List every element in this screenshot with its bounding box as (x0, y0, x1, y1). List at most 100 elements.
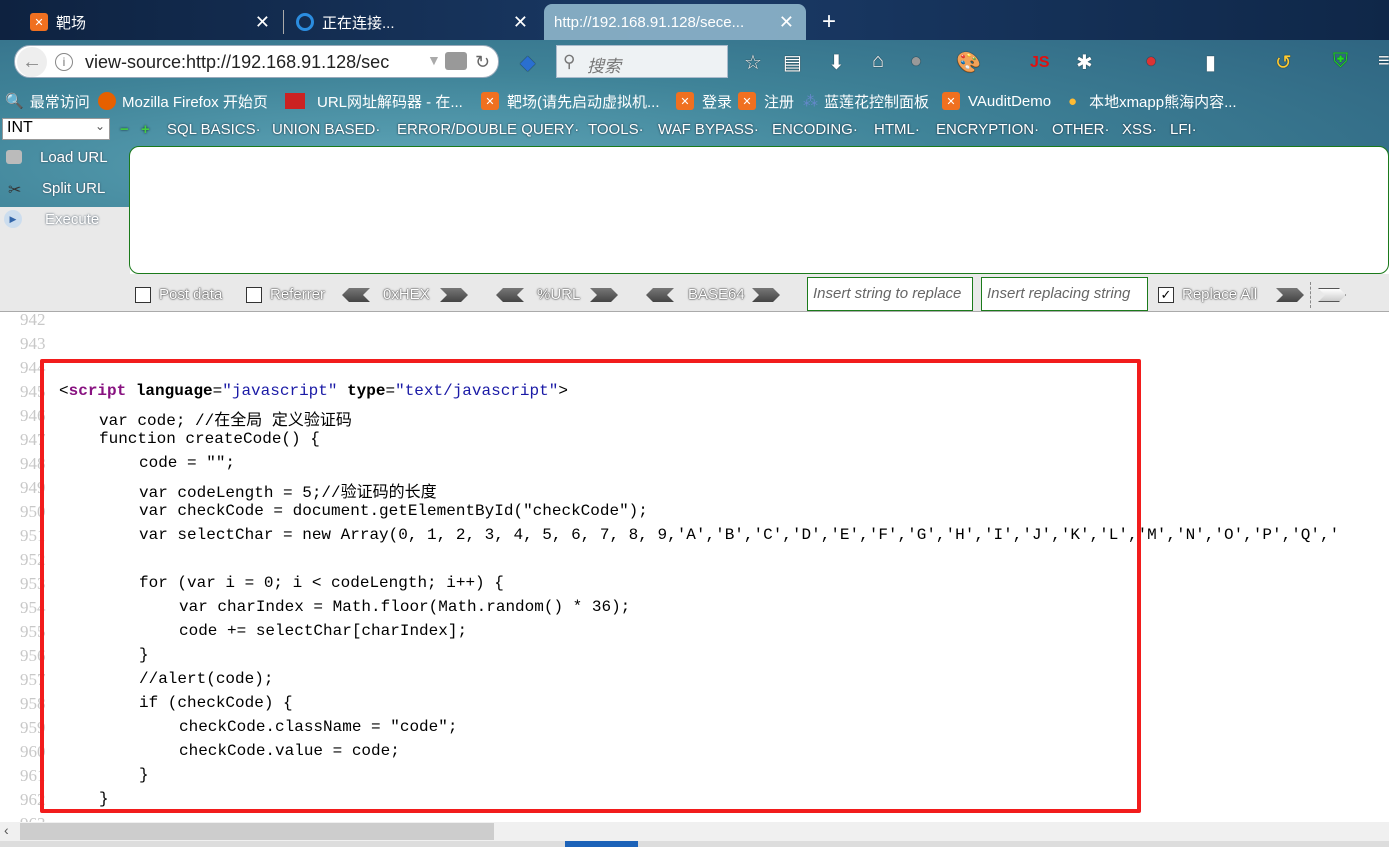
bookmark-register[interactable]: ✕ 注册 (738, 90, 794, 112)
post-data-checkbox[interactable] (135, 287, 151, 303)
tab-view-source[interactable]: http://192.168.91.128/sece... ✕ (544, 4, 806, 40)
reading-list-icon[interactable]: ▤ (783, 50, 802, 75)
chart-icon[interactable]: ▮ (1205, 50, 1216, 75)
hackbar-menu-encoding[interactable]: ENCODING· (772, 121, 858, 138)
url-textarea[interactable] (129, 146, 1389, 274)
hackbar-menu-sql-basics[interactable]: SQL BASICS· (167, 121, 261, 138)
hackbar-menu-xss[interactable]: XSS· (1122, 121, 1157, 138)
replacing-input[interactable]: Insert replacing string (981, 277, 1148, 311)
scissors-icon: ✂ (8, 182, 22, 199)
hackbar-menu-lfi[interactable]: LFI· (1170, 121, 1197, 138)
replace-arrow-icon[interactable] (1276, 288, 1304, 302)
bookmark-xmapp[interactable]: ● 本地xmapp熊海内容... (1068, 90, 1237, 112)
reload-icon[interactable]: ↻ (475, 52, 490, 73)
bookmark-url-decoder[interactable]: URL网址解码器 - 在... (285, 90, 463, 112)
hex-label: 0xHEX (383, 286, 430, 303)
scrollbar-thumb[interactable] (20, 823, 494, 840)
hackbar-menu-encryption[interactable]: ENCRYPTION· (936, 121, 1039, 138)
horizontal-scrollbar[interactable]: ‹ (0, 822, 1389, 841)
back-arrow-icon[interactable]: ← (17, 47, 47, 77)
load-url-icon (6, 150, 22, 164)
base64-decode-arrow-icon[interactable] (646, 288, 674, 302)
post-data-label: Post data (159, 286, 223, 303)
hackbar-menu-waf-bypass[interactable]: WAF BYPASS· (658, 121, 759, 138)
replace-input[interactable]: Insert string to replace (807, 277, 973, 311)
execute-button[interactable]: Execute (45, 211, 99, 228)
search-input[interactable]: ⚲ 搜索 (556, 45, 728, 78)
xampp-icon: ✕ (481, 92, 499, 110)
referrer-checkbox[interactable] (246, 287, 262, 303)
sync-icon[interactable]: ↺ (1275, 50, 1292, 75)
hackbar-menu-row: INT ⌄ − + SQL BASICS· UNION BASED· ERROR/DO… (0, 117, 1389, 142)
tab-label: http://192.168.91.128/sece... (554, 13, 745, 31)
palette-icon[interactable]: 🎨 (956, 50, 981, 75)
bookmark-label: Mozilla Firefox 开始页 (122, 93, 268, 111)
replace-next-arrow-icon[interactable] (1318, 288, 1346, 302)
firefox-icon (98, 92, 116, 110)
dropdown-icon[interactable]: ▼ (427, 52, 441, 68)
replace-all-checkbox[interactable]: ✓ (1158, 287, 1174, 303)
bookmark-label: URL网址解码器 - 在... (317, 93, 463, 111)
bookmark-range[interactable]: ✕ 靶场(请先启动虚拟机... (481, 90, 660, 112)
execute-icon: ▶ (4, 210, 22, 228)
scroll-left-icon[interactable]: ‹ (4, 822, 9, 838)
load-url-button[interactable]: Load URL (40, 149, 108, 166)
hackbar-menu-html[interactable]: HTML· (874, 121, 920, 138)
bookmark-firefox[interactable]: Mozilla Firefox 开始页 (98, 90, 268, 112)
download-icon[interactable]: ⬇ (828, 50, 845, 75)
bookmark-icon: 🔍 (5, 93, 24, 110)
url-bar[interactable]: ← i view-source:http://192.168.91.128/se… (14, 45, 499, 78)
bug-icon[interactable]: ✱ (1076, 50, 1093, 75)
menu-icon[interactable]: ≡ (1378, 50, 1389, 73)
bookmark-vauditdemo[interactable]: ✕ VAuditDemo (942, 90, 1051, 112)
bookmark-label: 靶场(请先启动虚拟机... (507, 93, 660, 111)
hackbar-menu-error-double-query[interactable]: ERROR/DOUBLE QUERY· (397, 121, 579, 138)
tab-bar: ✕ 靶场 ✕ 正在连接... ✕ http://192.168.91.128/sece… (0, 0, 1389, 40)
close-tab-icon[interactable]: ✕ (779, 12, 794, 33)
xampp-icon: ✕ (738, 92, 756, 110)
new-tab-button[interactable]: + (812, 4, 836, 40)
hex-decode-arrow-icon[interactable] (342, 288, 370, 302)
taskbar (0, 841, 1389, 847)
split-url-button[interactable]: Split URL (42, 180, 105, 197)
decrease-icon[interactable]: − (120, 121, 129, 138)
bookmark-star-icon[interactable]: ☆ (744, 50, 762, 75)
base64-label: BASE64 (688, 286, 745, 303)
select-value: INT (7, 119, 33, 136)
bookmark-label: 本地xmapp熊海内容... (1089, 93, 1237, 111)
url-input[interactable]: view-source:http://192.168.91.128/sec (85, 52, 403, 73)
shield-icon[interactable]: ⛨ (1333, 50, 1348, 73)
type-select[interactable]: INT ⌄ (2, 118, 110, 140)
hackbar-fox-icon[interactable]: ◆ (520, 50, 535, 75)
bookmark-most-visited[interactable]: 🔍 最常访问 (5, 90, 90, 112)
url-decode-arrow-icon[interactable] (496, 288, 524, 302)
bookmark-label: 登录 (702, 93, 733, 111)
bookmark-icon: ● (1068, 92, 1078, 110)
bookmark-label: 最常访问 (29, 93, 90, 111)
line-number: 963 (20, 814, 50, 822)
url-encode-arrow-icon[interactable] (590, 288, 618, 302)
info-icon[interactable]: i (55, 53, 73, 71)
js-icon[interactable]: JS (1030, 54, 1050, 72)
increase-icon[interactable]: + (141, 121, 150, 138)
hackbar-menu-other[interactable]: OTHER· (1052, 121, 1110, 138)
addon-globe-icon[interactable]: ● (910, 50, 922, 73)
hackbar-menu-tools[interactable]: TOOLS· (588, 121, 644, 138)
xampp-icon: ✕ (30, 13, 48, 31)
record-icon[interactable]: ● (1145, 50, 1157, 73)
home-icon[interactable]: ⌂ (872, 50, 884, 73)
xampp-icon: ✕ (676, 92, 694, 110)
base64-encode-arrow-icon[interactable] (752, 288, 780, 302)
bookmark-bluelotus[interactable]: ⁂ 蓝莲花控制面板 (803, 90, 929, 112)
tab-label: 靶场 (56, 14, 87, 32)
tab-range[interactable]: ✕ 靶场 ✕ (20, 4, 282, 40)
highlight-box (40, 359, 1141, 813)
tab-connecting[interactable]: 正在连接... ✕ (286, 4, 540, 40)
hex-encode-arrow-icon[interactable] (440, 288, 468, 302)
hackbar-menu-union-based[interactable]: UNION BASED· (272, 121, 380, 138)
bookmark-icon: ⁂ (803, 93, 818, 110)
bookmark-login[interactable]: ✕ 登录 (676, 90, 732, 112)
tab-label: 正在连接... (322, 14, 395, 32)
close-tab-icon[interactable]: ✕ (513, 12, 528, 33)
close-tab-icon[interactable]: ✕ (255, 12, 270, 33)
